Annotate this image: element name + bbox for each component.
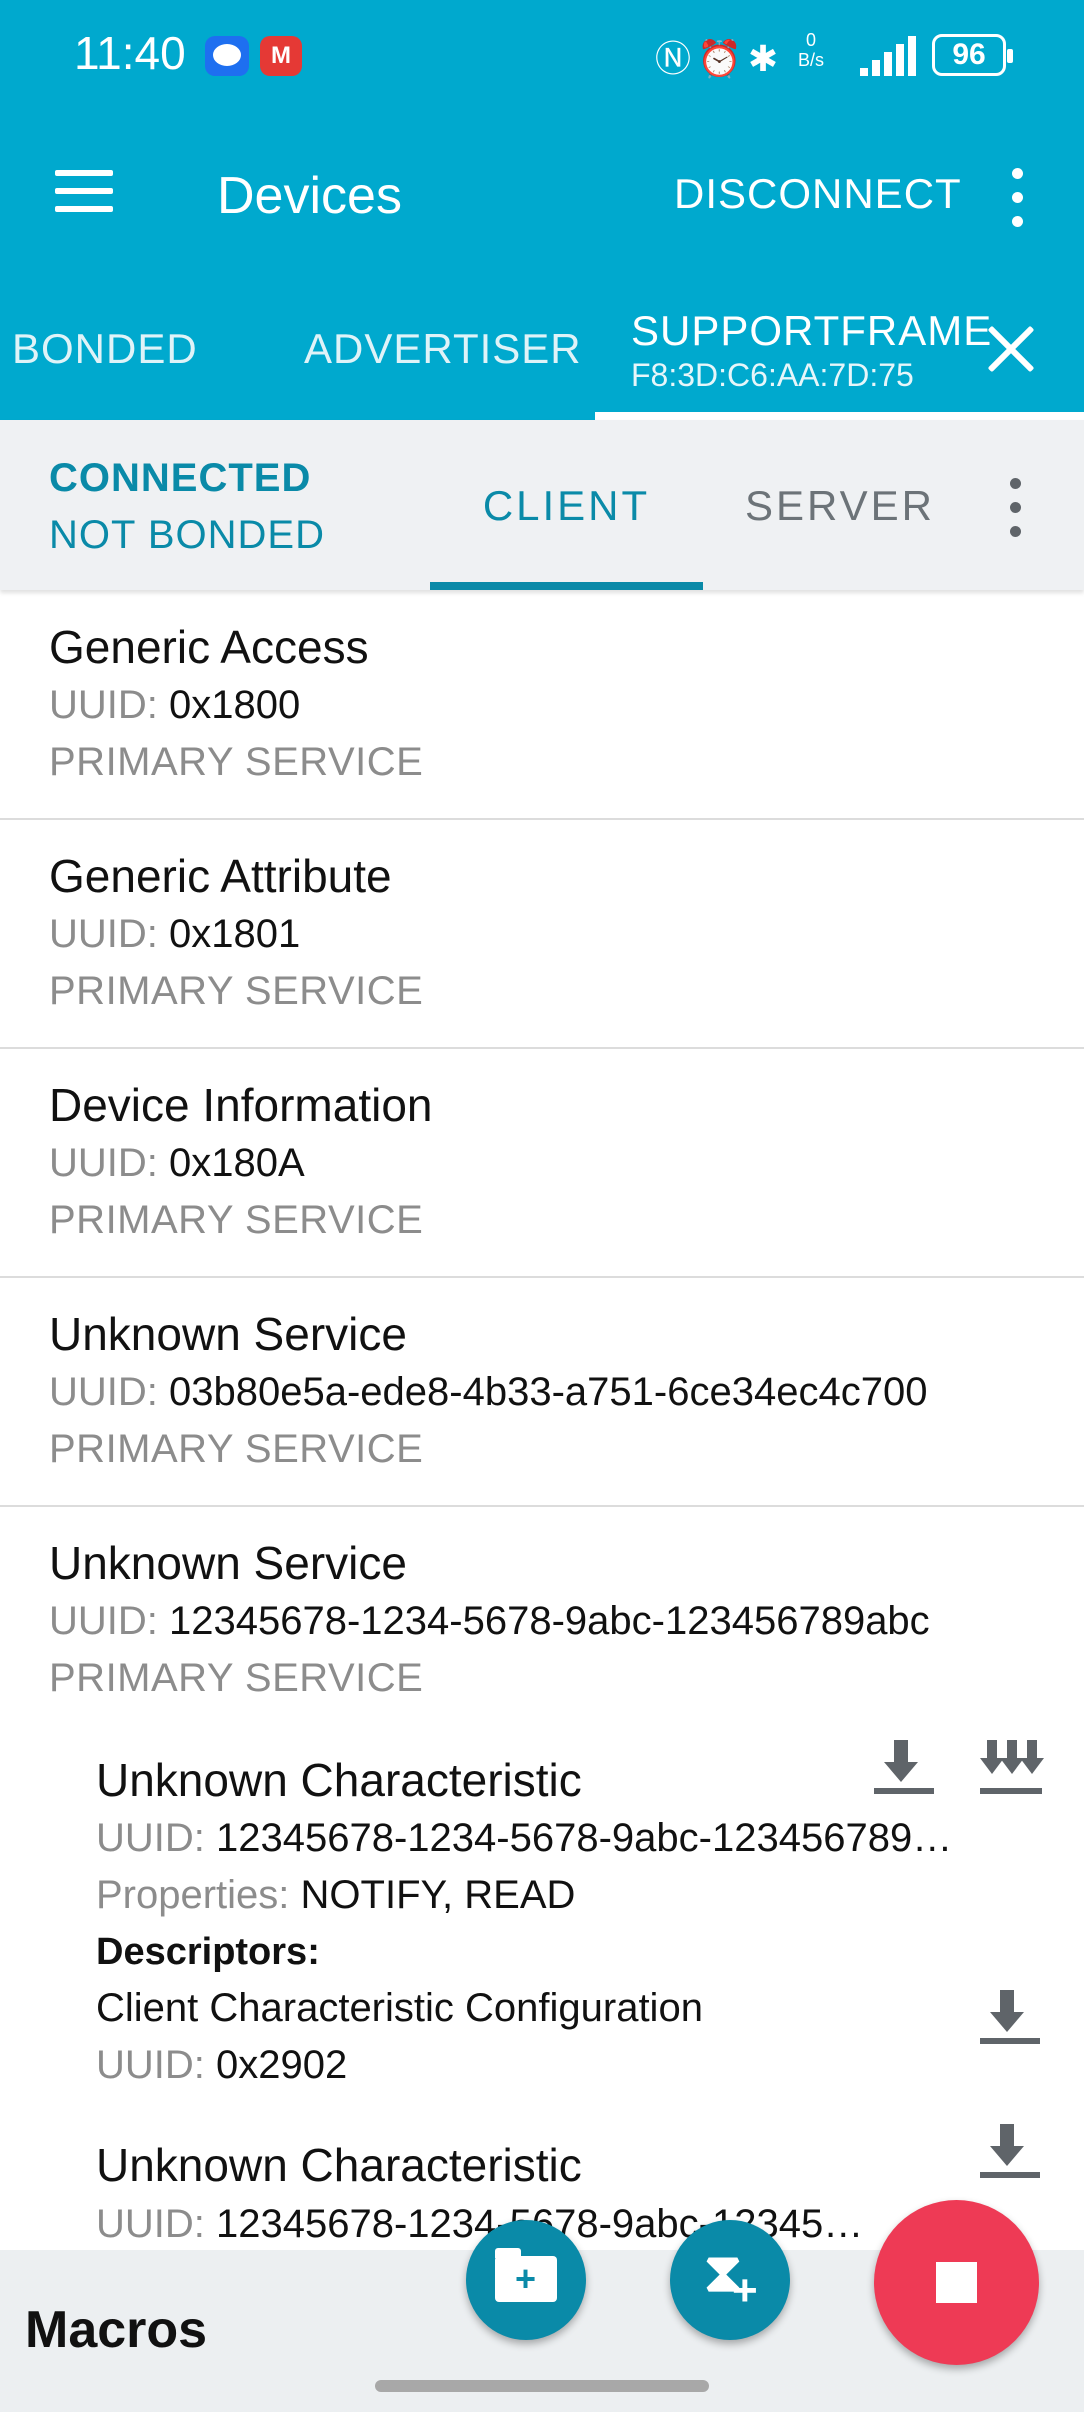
device-tabs: BONDED ADVERTISER SUPPORTFRAME F8:3D:C6:…: [0, 285, 1084, 420]
service-uuid: UUID: 12345678-1234-5678-9abc-123456789a…: [49, 1599, 930, 1643]
descriptor-name[interactable]: Client Characteristic Configuration: [96, 1986, 703, 2031]
service-name: Unknown Service: [49, 1537, 407, 1589]
connection-state: CONNECTED: [49, 456, 312, 500]
record-macro-button[interactable]: ⧗ +: [670, 2220, 790, 2340]
signal-icon: [860, 36, 924, 76]
alarm-icon: ⏰: [697, 38, 748, 79]
service-type: PRIMARY SERVICE: [49, 740, 424, 784]
add-folder-button[interactable]: +: [466, 2220, 586, 2340]
device-name: SUPPORTFRAME: [631, 307, 993, 354]
service-uuid: UUID: 0x1801: [49, 912, 301, 956]
service-type: PRIMARY SERVICE: [49, 1427, 424, 1471]
descriptor-uuid: UUID: 0x2902: [96, 2043, 348, 2087]
net-speed-value: 0: [806, 30, 817, 50]
connection-bar: CONNECTED NOT BONDED CLIENT SERVER: [0, 420, 1084, 590]
service-name: Device Information: [49, 1079, 433, 1131]
descriptors-heading: Descriptors:: [96, 1931, 320, 1973]
service-uuid: UUID: 0x1800: [49, 683, 301, 727]
tab-client[interactable]: CLIENT: [430, 420, 703, 590]
service-type: PRIMARY SERVICE: [49, 1656, 424, 1700]
service-item[interactable]: Generic Attribute UUID: 0x1801 PRIMARY S…: [0, 819, 1084, 1049]
system-status-icons: Ⓝ⏰✱: [655, 30, 784, 82]
nfc-icon: Ⓝ: [655, 38, 698, 79]
tab-advertiser[interactable]: ADVERTISER: [304, 325, 582, 373]
status-time: 11:40: [74, 27, 186, 79]
plus-icon: +: [732, 2266, 758, 2315]
disconnect-button[interactable]: DISCONNECT: [674, 170, 962, 218]
read-icon[interactable]: [980, 2124, 1044, 2182]
service-uuid: UUID: 0x180A: [49, 1141, 305, 1185]
service-uuid: UUID: 03b80e5a-ede8-4b33-a751-6ce34ec4c7…: [49, 1370, 928, 1414]
service-item[interactable]: Generic Access UUID: 0x1800 PRIMARY SERV…: [0, 590, 1084, 820]
net-speed: 0 B/s: [798, 30, 824, 70]
status-bar: 11:40 M Ⓝ⏰✱ 0 B/s 96: [0, 0, 1084, 110]
characteristic-name[interactable]: Unknown Characteristic: [96, 1753, 582, 1807]
folder-add-icon: +: [495, 2248, 557, 2302]
bond-state: NOT BONDED: [49, 513, 325, 557]
service-name: Generic Attribute: [49, 850, 392, 902]
battery-icon: 96: [932, 34, 1013, 76]
service-item[interactable]: Device Information UUID: 0x180A PRIMARY …: [0, 1048, 1084, 1278]
more-options-icon[interactable]: [1005, 478, 1025, 538]
bluetooth-icon: ✱: [747, 38, 785, 79]
app-bar: Devices DISCONNECT: [0, 110, 1084, 285]
read-icon[interactable]: [874, 1740, 938, 1798]
more-options-icon[interactable]: [1007, 168, 1027, 228]
stop-button[interactable]: [874, 2200, 1039, 2365]
close-icon[interactable]: [985, 323, 1037, 375]
messages-app-icon: [205, 36, 249, 76]
characteristic-name[interactable]: Unknown Characteristic: [96, 2138, 582, 2192]
service-type: PRIMARY SERVICE: [49, 969, 424, 1013]
tab-bonded[interactable]: BONDED: [12, 325, 198, 373]
characteristic-properties: Properties: NOTIFY, READ: [96, 1873, 576, 1917]
tab-server[interactable]: SERVER: [745, 482, 935, 530]
page-title: Devices: [217, 167, 402, 225]
service-name: Generic Access: [49, 621, 369, 673]
menu-icon[interactable]: [55, 170, 113, 212]
tab-client-label: CLIENT: [482, 482, 651, 529]
gesture-bar[interactable]: [375, 2380, 709, 2392]
service-type: PRIMARY SERVICE: [49, 1198, 424, 1242]
service-list: Generic Access UUID: 0x1800 PRIMARY SERV…: [0, 590, 1084, 2250]
tab-indicator: [595, 412, 1084, 420]
service-item-expanded[interactable]: Unknown Service UUID: 12345678-1234-5678…: [0, 1506, 1084, 2250]
net-speed-unit: B/s: [798, 50, 825, 70]
macros-title: Macros: [25, 2301, 208, 2359]
tab-device-supportframe[interactable]: SUPPORTFRAME F8:3D:C6:AA:7D:75: [595, 285, 1084, 420]
characteristic-uuid: UUID: 12345678-1234-5678-9abc-123456789…: [96, 1816, 953, 1860]
read-descriptor-icon[interactable]: [980, 1990, 1044, 2048]
app-notification-icon: M: [260, 36, 302, 76]
service-item[interactable]: Unknown Service UUID: 03b80e5a-ede8-4b33…: [0, 1277, 1084, 1507]
device-mac: F8:3D:C6:AA:7D:75: [631, 357, 914, 393]
service-name: Unknown Service: [49, 1308, 407, 1360]
notify-icon[interactable]: [980, 1740, 1044, 1798]
